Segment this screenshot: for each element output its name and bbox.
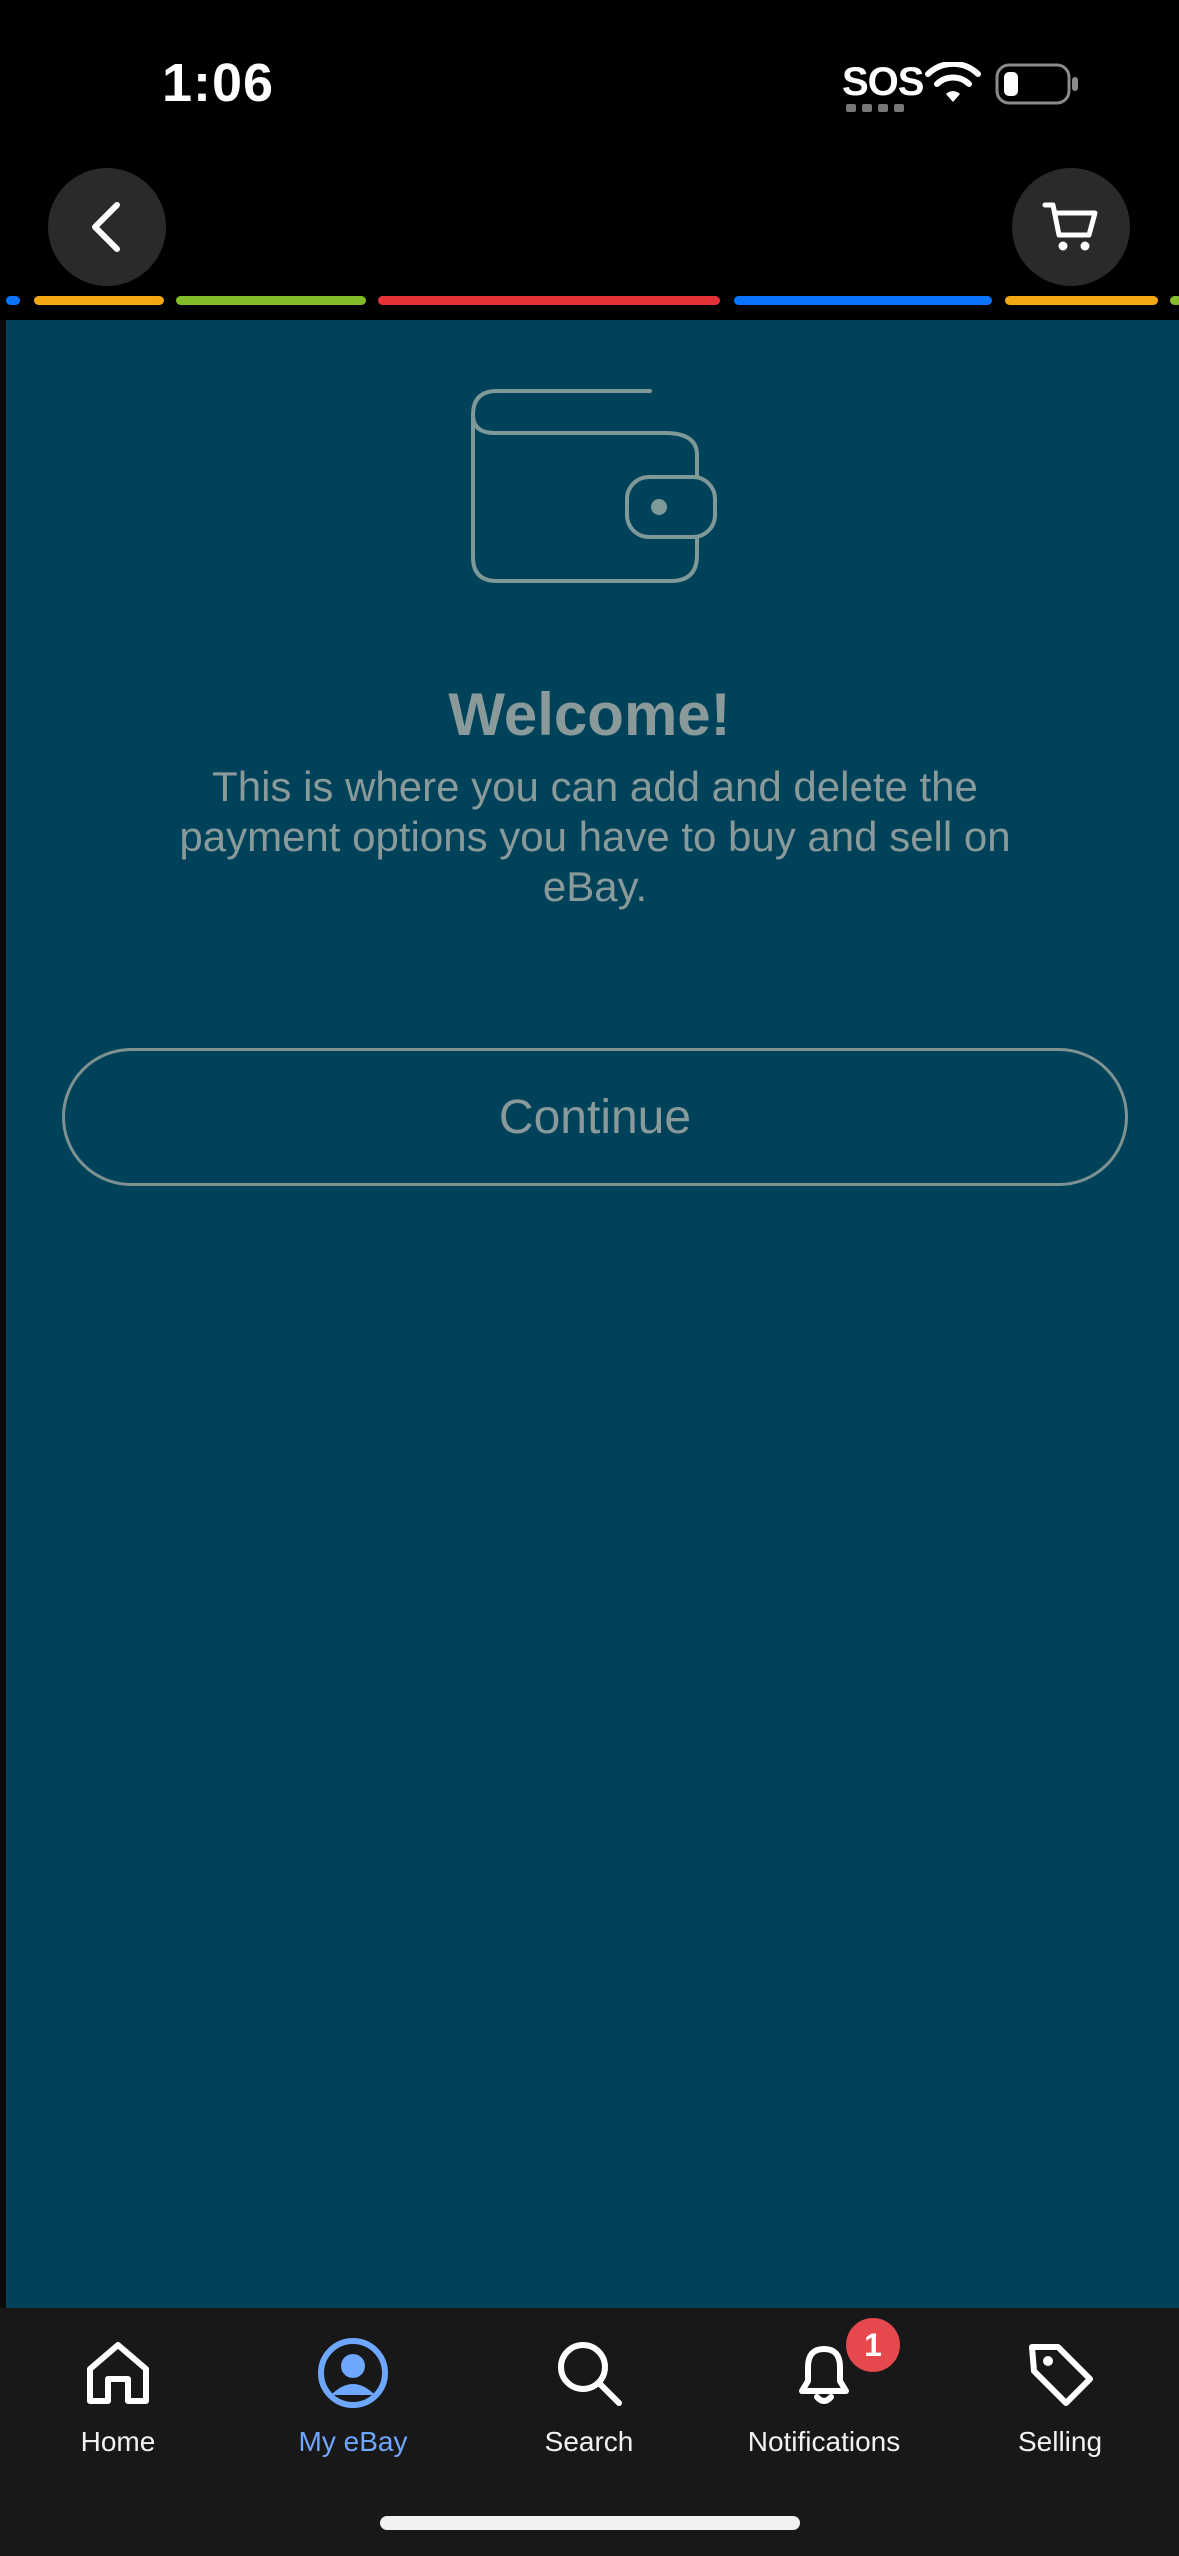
- tab-search[interactable]: Search: [471, 2308, 707, 2478]
- tab-my-ebay[interactable]: My eBay: [235, 2308, 471, 2478]
- tab-label: Search: [544, 2426, 634, 2457]
- home-icon: [87, 2342, 149, 2404]
- payment-welcome-panel: [6, 320, 1179, 2308]
- stripe-segment: [734, 296, 992, 305]
- stripe-segment: [34, 296, 164, 305]
- status-bar: 1:06 SOS: [0, 0, 1179, 160]
- cart-icon: [1042, 202, 1098, 251]
- stripe-segment: [6, 296, 20, 305]
- tab-label: Home: [80, 2426, 156, 2457]
- cart-button[interactable]: [1012, 168, 1130, 286]
- search-icon: [558, 2342, 622, 2406]
- signal-dots: [846, 104, 904, 112]
- sos-indicator: SOS: [842, 60, 924, 104]
- brand-color-stripe: [0, 296, 1179, 308]
- tab-selling[interactable]: Selling: [942, 2308, 1178, 2478]
- battery-icon: [995, 63, 1078, 105]
- stripe-segment: [1005, 296, 1158, 305]
- back-button[interactable]: [48, 168, 166, 286]
- bottom-tab-bar: Home My eBay Search 1 Notifications Sell…: [0, 2308, 1179, 2556]
- tab-label: Selling: [1017, 2426, 1103, 2457]
- chevron-left-icon: [92, 202, 120, 252]
- user-circle-icon: [318, 2338, 388, 2408]
- continue-button[interactable]: Continue: [62, 1048, 1128, 1186]
- stripe-segment: [1170, 296, 1179, 305]
- notification-badge: 1: [846, 2318, 900, 2372]
- tag-icon: [1029, 2344, 1093, 2406]
- tab-label: Notifications: [747, 2426, 901, 2457]
- status-time: 1:06: [162, 53, 275, 113]
- top-nav: [0, 160, 1179, 295]
- wifi-icon: [925, 62, 981, 102]
- tab-home[interactable]: Home: [0, 2308, 236, 2478]
- stripe-segment: [378, 296, 720, 305]
- tab-notifications[interactable]: 1 Notifications: [706, 2308, 942, 2478]
- welcome-description: This is where you can add and delete the…: [179, 763, 1011, 910]
- wallet-icon: [471, 389, 717, 583]
- tab-label: My eBay: [298, 2426, 408, 2457]
- home-indicator: [380, 2516, 800, 2530]
- welcome-title: Welcome!: [448, 681, 731, 748]
- stripe-segment: [176, 296, 366, 305]
